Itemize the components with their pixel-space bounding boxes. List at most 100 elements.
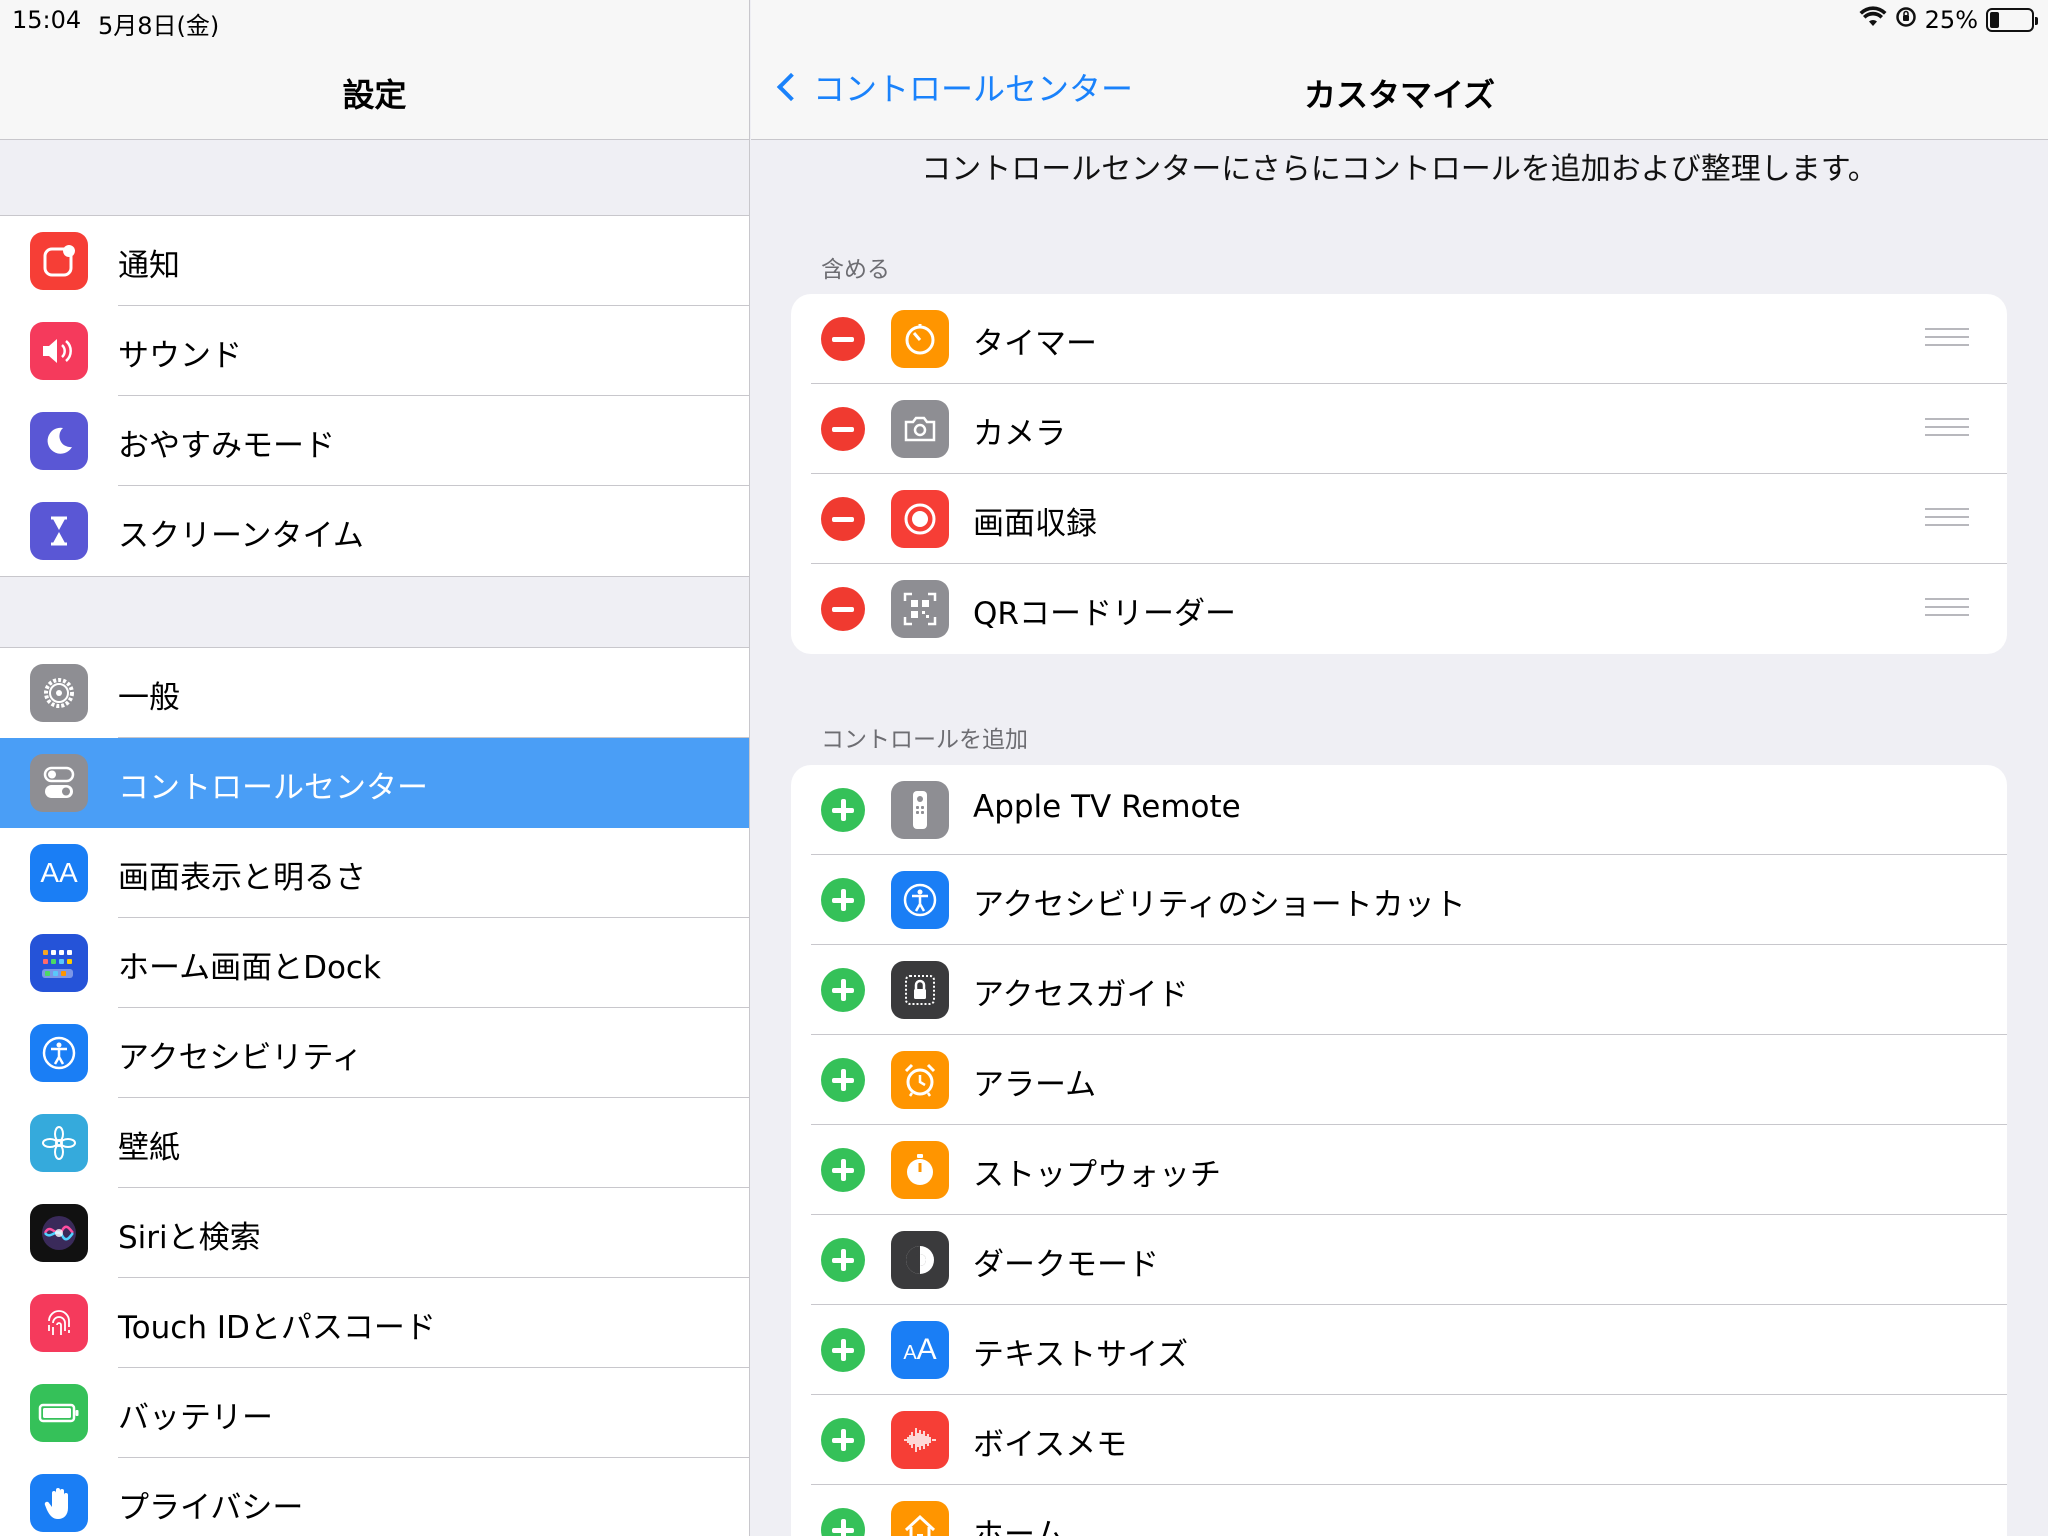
list-item: アクセシビリティのショートカット	[791, 855, 2007, 945]
home-icon	[891, 1501, 949, 1536]
qr-code-icon	[891, 580, 949, 638]
sidebar-item-notifications[interactable]: 通知	[0, 216, 749, 306]
add-button[interactable]	[821, 1238, 865, 1282]
list-item: ストップウォッチ	[791, 1125, 2007, 1215]
hand-icon	[30, 1474, 88, 1532]
control-label: QRコードリーダー	[973, 596, 1236, 632]
status-time: 15:04	[12, 6, 82, 34]
text-size-icon: AA	[891, 1321, 949, 1379]
control-label: ホーム	[973, 1517, 1066, 1536]
sidebar-item-screen-time[interactable]: スクリーンタイム	[0, 486, 749, 576]
switches-icon	[30, 754, 88, 812]
control-label: 画面収録	[973, 506, 1097, 542]
included-controls-list: タイマー カメラ 画面収録 QRコードリーダー	[791, 294, 2007, 654]
remove-button[interactable]	[821, 497, 865, 541]
add-button[interactable]	[821, 1328, 865, 1372]
sidebar-item-label: おやすみモード	[118, 428, 335, 464]
sidebar-item-home-screen-dock[interactable]: ホーム画面とDock	[0, 918, 749, 1008]
sidebar-item-label: コントロールセンター	[118, 770, 428, 806]
settings-sidebar: 設定 通知 サウンド おやすみモード スクリーンタイム 一般 コントロールセンタ…	[0, 0, 750, 1536]
sidebar-item-siri-search[interactable]: Siriと検索	[0, 1188, 749, 1278]
list-item: ボイスメモ	[791, 1395, 2007, 1485]
list-item: ホーム	[791, 1485, 2007, 1536]
status-date: 5月8日(金)	[98, 12, 220, 40]
more-controls-list: Apple TV Remote アクセシビリティのショートカット アクセスガイド	[791, 765, 2007, 1536]
sidebar-item-label: Siriと検索	[118, 1220, 261, 1256]
list-item: AA テキストサイズ	[791, 1305, 2007, 1395]
camera-icon	[891, 400, 949, 458]
sidebar-item-battery[interactable]: バッテリー	[0, 1368, 749, 1458]
sidebar-item-wallpaper[interactable]: 壁紙	[0, 1098, 749, 1188]
sidebar-item-label: バッテリー	[118, 1400, 273, 1436]
siri-icon	[30, 1204, 88, 1262]
gear-icon	[30, 664, 88, 722]
control-label: ボイスメモ	[973, 1427, 1128, 1463]
accessibility-icon	[30, 1024, 88, 1082]
sidebar-title: 設定	[342, 76, 407, 114]
control-label: ストップウォッチ	[973, 1157, 1221, 1193]
status-right: 25%	[1859, 6, 2038, 34]
page-title: カスタマイズ	[1303, 76, 1496, 114]
remove-button[interactable]	[821, 587, 865, 631]
settings-group-1: 通知 サウンド おやすみモード スクリーンタイム	[0, 215, 749, 577]
section-header-include: 含める	[821, 257, 890, 283]
list-item: カメラ	[791, 384, 2007, 474]
list-item: QRコードリーダー	[791, 564, 2007, 654]
moon-icon	[30, 412, 88, 470]
battery-icon	[1986, 8, 2038, 32]
alarm-icon	[891, 1051, 949, 1109]
hourglass-icon	[30, 502, 88, 560]
sidebar-item-sounds[interactable]: サウンド	[0, 306, 749, 396]
control-label: テキストサイズ	[973, 1337, 1189, 1373]
sidebar-item-display-brightness[interactable]: AA 画面表示と明るさ	[0, 828, 749, 918]
settings-group-2: 一般 コントロールセンター AA 画面表示と明るさ ホーム画面とDock アクセ…	[0, 647, 749, 1536]
add-button[interactable]	[821, 1058, 865, 1102]
control-label: タイマー	[973, 326, 1097, 362]
reorder-handle[interactable]	[1925, 508, 1969, 530]
status-bar: 15:04 5月8日(金) 25%	[0, 0, 2048, 40]
sidebar-item-privacy[interactable]: プライバシー	[0, 1458, 749, 1536]
remote-icon	[891, 781, 949, 839]
stopwatch-icon	[891, 1141, 949, 1199]
add-button[interactable]	[821, 1418, 865, 1462]
list-item: Apple TV Remote	[791, 765, 2007, 855]
sidebar-item-label: ホーム画面とDock	[118, 950, 381, 986]
sidebar-item-accessibility[interactable]: アクセシビリティ	[0, 1008, 749, 1098]
add-button[interactable]	[821, 788, 865, 832]
list-item: ダークモード	[791, 1215, 2007, 1305]
battery-percent: 25%	[1924, 6, 1978, 34]
sidebar-item-label: 通知	[118, 248, 180, 284]
wifi-icon	[1859, 6, 1887, 34]
sidebar-item-touch-id-passcode[interactable]: Touch IDとパスコード	[0, 1278, 749, 1368]
add-button[interactable]	[821, 968, 865, 1012]
add-button[interactable]	[821, 878, 865, 922]
timer-icon	[891, 310, 949, 368]
reorder-handle[interactable]	[1925, 418, 1969, 440]
sidebar-item-label: 一般	[118, 680, 180, 716]
remove-button[interactable]	[821, 407, 865, 451]
sidebar-item-general[interactable]: 一般	[0, 648, 749, 738]
control-label: アクセスガイド	[973, 977, 1189, 1013]
battery-icon	[30, 1384, 88, 1442]
add-button[interactable]	[821, 1148, 865, 1192]
sidebar-item-label: 壁紙	[118, 1130, 180, 1166]
sounds-icon	[30, 322, 88, 380]
control-label: カメラ	[973, 416, 1066, 452]
control-label: ダークモード	[973, 1247, 1159, 1283]
orientation-lock-icon	[1895, 6, 1917, 34]
remove-button[interactable]	[821, 317, 865, 361]
sidebar-item-label: Touch IDとパスコード	[118, 1310, 436, 1346]
sidebar-item-do-not-disturb[interactable]: おやすみモード	[0, 396, 749, 486]
reorder-handle[interactable]	[1925, 328, 1969, 350]
dark-mode-icon	[891, 1231, 949, 1289]
control-label: Apple TV Remote	[973, 789, 1241, 825]
sidebar-item-control-center[interactable]: コントロールセンター	[0, 738, 749, 828]
sidebar-item-label: 画面表示と明るさ	[118, 860, 366, 896]
add-button[interactable]	[821, 1508, 865, 1536]
reorder-handle[interactable]	[1925, 598, 1969, 620]
list-item: 画面収録	[791, 474, 2007, 564]
sidebar-item-label: サウンド	[118, 338, 242, 374]
page-description: コントロールセンターにさらにコントロールを追加および整理します。	[921, 152, 1878, 187]
text-size-icon: AA	[30, 844, 88, 902]
home-grid-icon	[30, 934, 88, 992]
